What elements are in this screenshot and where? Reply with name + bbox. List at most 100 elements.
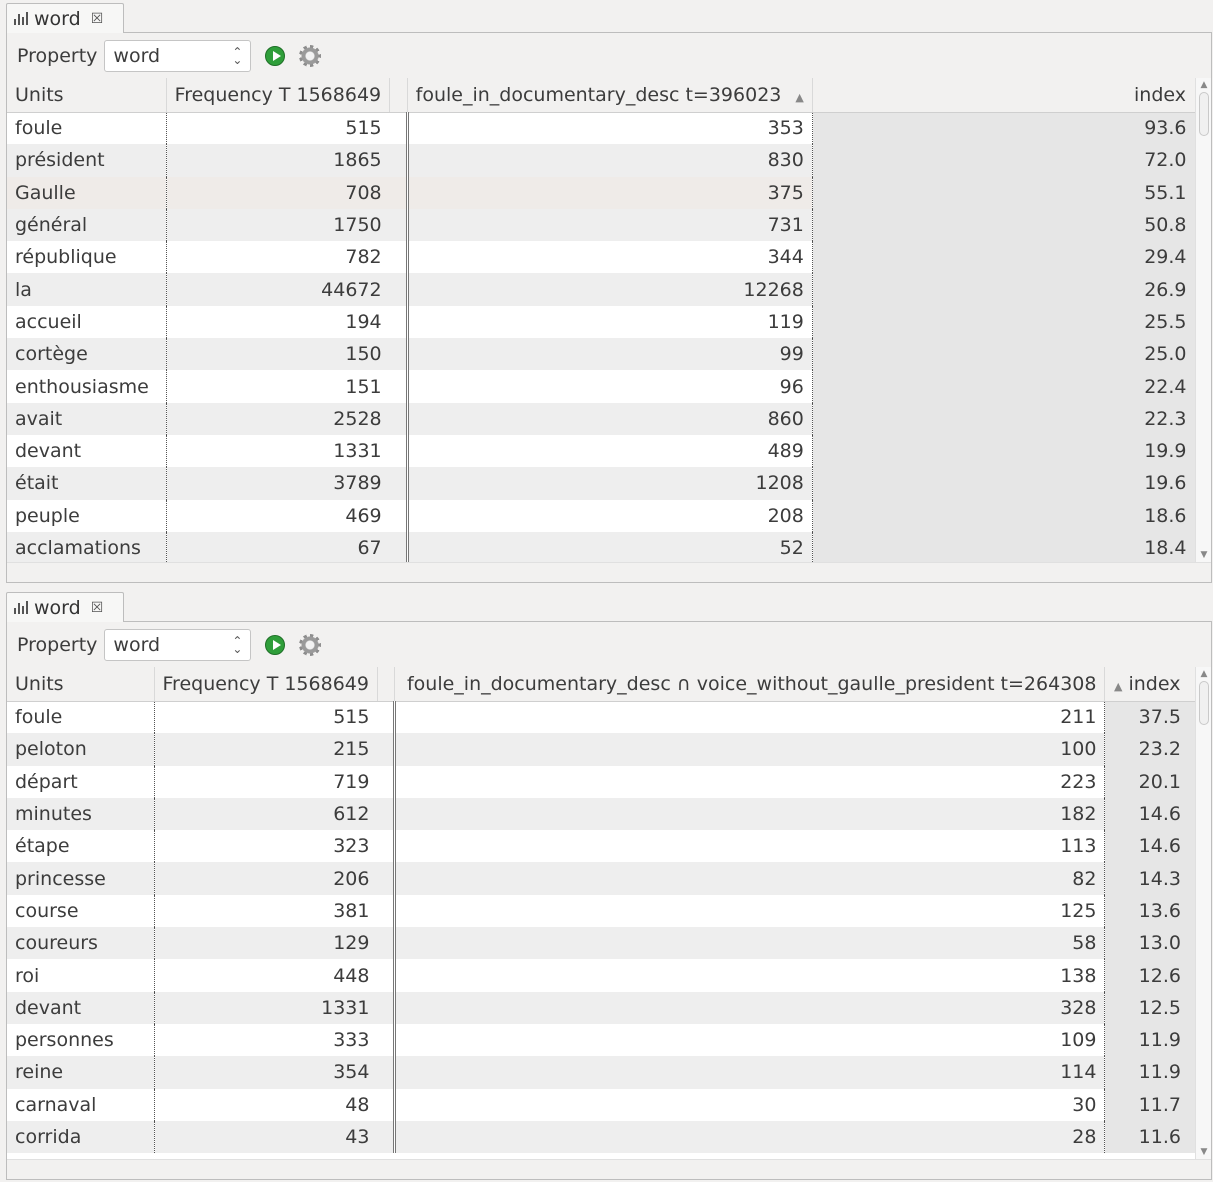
scrollbar-thumb[interactable] [1199,92,1209,136]
cell-unit: foule [7,701,155,734]
cell-unit: était [7,467,167,500]
scroll-up-icon[interactable]: ▲ [1199,80,1209,90]
table-row[interactable]: étape 323 113 14.6 [7,830,1205,863]
table-row[interactable]: devant 1331 489 19.9 [7,434,1211,468]
compute-play-button[interactable] [265,46,286,66]
cell-unit: princesse [7,862,155,895]
vertical-scrollbar[interactable]: ▲ ▼ [1195,667,1211,1159]
column-header-index[interactable]: index [812,78,1211,113]
cell-spacer [389,434,409,468]
cell-index: 37.5 [1104,701,1205,734]
compute-play-button[interactable] [265,635,286,655]
column-header-frequency[interactable]: Frequency T 1568649 [166,78,391,113]
column-header-frequency[interactable]: Frequency T 1568649 [154,667,378,702]
table-row[interactable]: cortège 150 99 25.0 [7,338,1211,371]
scrollbar-thumb[interactable] [1199,681,1209,725]
table-row[interactable]: accueil 194 119 25.5 [7,305,1211,339]
column-header-subcorpus[interactable]: foule_in_documentary_desc t=396023 ▲ [407,78,813,113]
cell-subcorpus-frequency: 344 [407,241,813,274]
editor-tab[interactable]: word ☒ [6,3,124,33]
cell-frequency: 448 [333,964,370,987]
cell-spacer [377,830,397,863]
cell-spacer [389,370,409,403]
cell-frequency: 1865 [166,144,390,177]
column-header-index[interactable]: ▲ index [1104,667,1206,702]
cell-subcorpus-frequency: 860 [407,402,813,435]
scroll-down-icon[interactable]: ▼ [1199,1147,1209,1157]
table-row[interactable]: acclamations 67 52 18.4 [7,531,1211,565]
cell-spacer [389,531,409,565]
cell-subcorpus-frequency: 125 [394,894,1106,928]
cell-subcorpus-frequency: 113 [394,830,1106,863]
property-select[interactable]: word ⌃ ⌄ [104,40,252,72]
cell-index: 50.8 [812,208,1211,242]
cell-subcorpus-frequency: 82 [394,862,1106,895]
table-row[interactable]: enthousiasme 151 96 22.4 [7,370,1211,403]
cell-frequency: 43 [154,1120,378,1154]
column-header-spacer [377,667,396,702]
table-row[interactable]: roi 448 138 12.6 [7,959,1205,992]
column-header-index-label: index [1128,672,1181,695]
cell-spacer [377,927,397,960]
table-row[interactable]: personnes 333 109 11.9 [7,1023,1205,1057]
vertical-scrollbar[interactable]: ▲ ▼ [1195,78,1211,562]
cell-index: 11.6 [1104,1120,1205,1154]
table-row[interactable]: la 44672 12268 26.9 [7,273,1211,306]
table-row[interactable]: était 3789 1208 19.6 [7,467,1211,500]
cell-frequency: 2528 [166,402,390,435]
cell-spacer [389,467,409,500]
table-row[interactable]: devant 1331 328 12.5 [7,991,1205,1024]
table-row[interactable]: départ 719 223 20.1 [7,765,1205,798]
table-row[interactable]: coureurs 129 58 13.0 [7,927,1205,960]
table-row[interactable]: président 1865 830 72.0 [7,144,1211,177]
scroll-down-icon[interactable]: ▼ [1199,550,1209,560]
cell-spacer [389,241,409,274]
cell-unit: peuple [7,499,167,532]
cell-frequency: 1750 [166,208,390,242]
table-row[interactable]: peuple 469 208 18.6 [7,499,1211,532]
table-row[interactable]: république 782 344 29.4 [7,241,1211,274]
table-row[interactable]: course 381 125 13.6 [7,894,1205,928]
close-icon[interactable]: ☒ [91,600,104,616]
table-row[interactable]: reine 354 114 11.9 [7,1056,1205,1089]
table-row[interactable]: foule 515 353 93.6 [7,112,1211,145]
gear-icon[interactable] [299,634,322,656]
column-header-subcorpus[interactable]: foule_in_documentary_desc ∩ voice_withou… [394,667,1106,702]
cell-index: 20.1 [1104,765,1205,798]
toolbar: Property word ⌃ ⌄ [7,628,1211,662]
scroll-up-icon[interactable]: ▲ [1199,669,1209,679]
table-row[interactable]: minutes 612 182 14.6 [7,797,1205,831]
panel-body: Property word ⌃ ⌄ Units Frequency T 15686… [6,621,1212,1180]
property-select[interactable]: word ⌃ ⌄ [104,629,252,661]
cell-index: 29.4 [812,241,1211,274]
cell-spacer [377,733,397,766]
cell-unit: peloton [7,733,155,766]
cell-frequency: 151 [345,375,382,398]
table-row[interactable]: corrida 43 28 11.6 [7,1120,1205,1154]
results-table: Units Frequency T 1568649 foule_in_docum… [7,667,1206,1154]
cell-subcorpus-frequency: 1208 [407,467,813,500]
close-icon[interactable]: ☒ [91,11,104,27]
toolbar: Property word ⌃ ⌄ [7,39,1211,73]
table-row[interactable]: général 1750 731 50.8 [7,208,1211,242]
table-row[interactable]: carnaval 48 30 11.7 [7,1088,1205,1121]
column-header-units[interactable]: Units [7,78,167,113]
gear-icon[interactable] [299,45,322,67]
table-row[interactable]: foule 515 211 37.5 [7,701,1205,734]
cell-subcorpus-frequency: 119 [407,305,813,339]
cell-spacer [377,862,397,895]
cell-unit: roi [7,959,155,992]
table-row[interactable]: Gaulle 708 375 55.1 [7,176,1211,209]
cell-spacer [389,499,409,532]
column-header-units[interactable]: Units [7,667,155,702]
cell-spacer [389,144,409,177]
table-row[interactable]: peloton 215 100 23.2 [7,733,1205,766]
table-row[interactable]: princesse 206 82 14.3 [7,862,1205,895]
table-row[interactable]: avait 2528 860 22.3 [7,402,1211,435]
cell-unit: accueil [7,305,167,339]
editor-tab[interactable]: word ☒ [6,592,124,622]
cell-frequency: 782 [345,246,382,269]
results-table: Units Frequency T 1568649 foule_in_docum… [7,78,1211,565]
cell-index: 14.3 [1104,862,1205,895]
cell-subcorpus-frequency: 100 [394,733,1106,766]
